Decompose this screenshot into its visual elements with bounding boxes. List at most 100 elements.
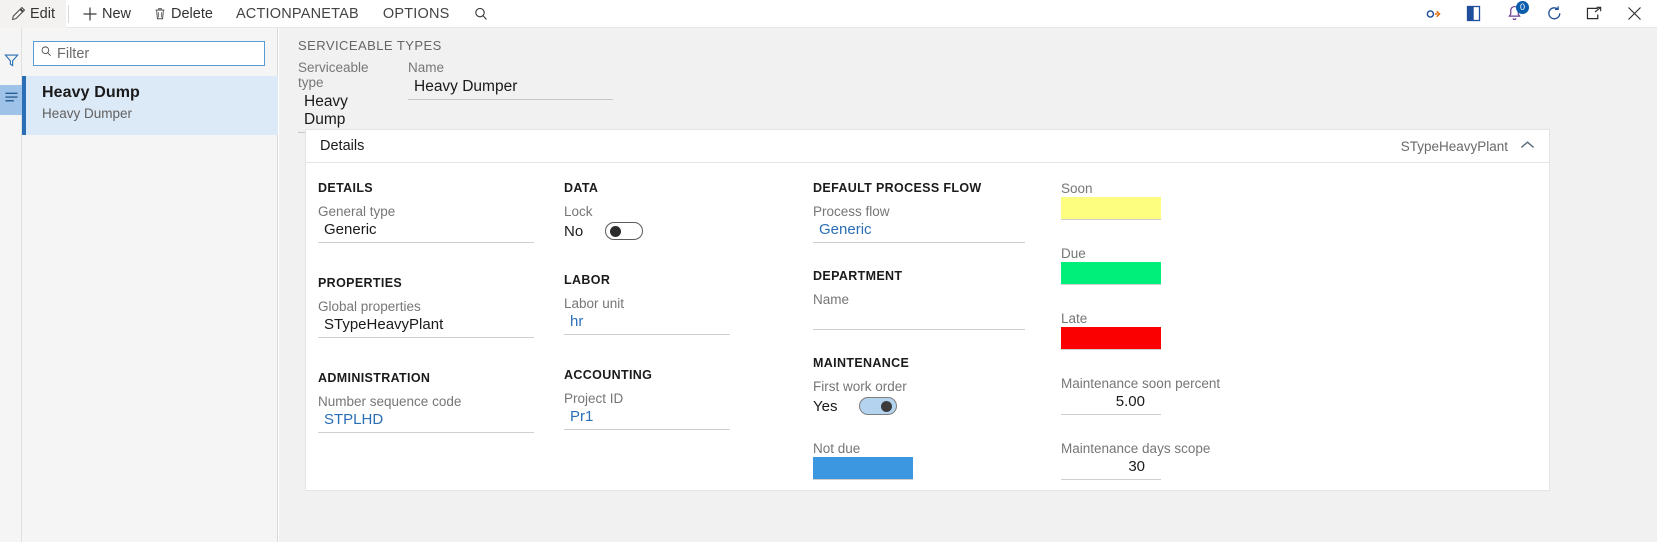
funnel-icon — [3, 53, 19, 73]
lock-toggle[interactable] — [605, 222, 644, 240]
tab-actionpanetab[interactable]: ACTIONPANETAB — [224, 0, 371, 28]
soon-field: Soon — [1061, 181, 1261, 220]
lock-value: No — [564, 222, 584, 240]
left-rail — [0, 28, 22, 542]
group-title-department: DEPARTMENT — [813, 269, 903, 283]
rail-list-button[interactable] — [0, 85, 22, 115]
refresh-icon[interactable] — [1543, 3, 1565, 25]
due-label: Due — [1061, 246, 1086, 261]
filter-input[interactable] — [57, 45, 258, 62]
labor-unit-field: Labor unit hr — [564, 296, 730, 335]
list-item-subtitle: Heavy Dumper — [42, 106, 133, 121]
edit-button-label: Edit — [30, 5, 55, 22]
filter-box[interactable] — [33, 41, 265, 66]
not-due-field: Not due — [813, 441, 1025, 480]
close-icon[interactable] — [1623, 3, 1645, 25]
delete-button[interactable]: Delete — [142, 0, 224, 28]
not-due-color-swatch[interactable] — [813, 457, 913, 480]
maintenance-days-scope-label: Maintenance days scope — [1061, 441, 1211, 456]
application-window: Edit New Delete ACTIONPANETAB OPTIONS 0 … — [0, 0, 1657, 542]
search-button[interactable] — [462, 0, 500, 28]
toggle-knob — [610, 226, 622, 237]
project-id-value[interactable]: Pr1 — [564, 407, 730, 430]
group-title-accounting: ACCOUNTING — [564, 368, 653, 382]
group-title-properties: PROPERTIES — [318, 276, 403, 290]
late-field: Late — [1061, 311, 1261, 350]
department-name-field: Name — [813, 292, 1025, 330]
main-content: SERVICEABLE TYPES Serviceable type Heavy… — [279, 28, 1657, 542]
link-icon[interactable] — [1423, 3, 1445, 25]
number-sequence-code-field: Number sequence code STPLHD — [318, 394, 534, 433]
column-details: DETAILS General type Generic PROPERTIES … — [318, 181, 534, 441]
name-field: Name Heavy Dumper — [408, 60, 613, 133]
group-title-details: DETAILS — [318, 181, 373, 195]
general-type-value[interactable]: Generic — [318, 220, 534, 243]
notifications-icon[interactable]: 0 — [1503, 0, 1529, 25]
process-flow-field: Process flow Generic — [813, 204, 1025, 243]
list-item-title: Heavy Dump — [42, 84, 140, 101]
first-work-order-toggle-row: Yes — [813, 395, 1025, 415]
trash-icon — [153, 6, 167, 21]
soon-color-swatch[interactable] — [1061, 197, 1161, 220]
department-name-label: Name — [813, 292, 850, 307]
labor-unit-value[interactable]: hr — [564, 312, 730, 335]
process-flow-value[interactable]: Generic — [813, 220, 1025, 243]
global-properties-label: Global properties — [318, 299, 421, 314]
group-title-default-process-flow: DEFAULT PROCESS FLOW — [813, 181, 982, 195]
global-properties-value[interactable]: STypeHeavyPlant — [318, 315, 534, 338]
edit-button[interactable]: Edit — [0, 0, 66, 28]
details-columns: DETAILS General type Generic PROPERTIES … — [306, 163, 1549, 491]
maintenance-soon-percent-field: Maintenance soon percent 5.00 — [1061, 376, 1261, 415]
process-flow-label: Process flow — [813, 204, 890, 219]
serviceable-type-value[interactable]: Heavy Dump — [298, 92, 394, 133]
lock-toggle-row: No — [564, 220, 730, 240]
project-id-field: Project ID Pr1 — [564, 391, 730, 430]
maintenance-days-scope-value[interactable]: 30 — [1061, 457, 1161, 480]
page-title: SERVICEABLE TYPES — [298, 38, 442, 53]
name-value[interactable]: Heavy Dumper — [408, 77, 613, 100]
pencil-icon — [11, 6, 26, 21]
details-card-header[interactable]: Details STypeHeavyPlant — [306, 130, 1549, 163]
due-color-swatch[interactable] — [1061, 262, 1161, 285]
not-due-label: Not due — [813, 441, 861, 456]
popout-icon[interactable] — [1583, 3, 1605, 25]
lock-label: Lock — [564, 204, 593, 219]
book-icon[interactable] — [1463, 3, 1485, 25]
project-id-label: Project ID — [564, 391, 624, 406]
toggle-knob — [881, 401, 893, 412]
plus-icon — [82, 6, 98, 22]
tab-options[interactable]: OPTIONS — [371, 0, 462, 28]
delete-button-label: Delete — [171, 5, 213, 22]
global-properties-field: Global properties STypeHeavyPlant — [318, 299, 534, 338]
first-work-order-field: First work order Yes — [813, 379, 1025, 415]
late-color-swatch[interactable] — [1061, 327, 1161, 350]
serviceable-type-label: Serviceable type — [298, 60, 369, 90]
due-field: Due — [1061, 246, 1261, 285]
first-work-order-toggle[interactable] — [859, 397, 898, 415]
list-item[interactable]: Heavy Dump Heavy Dumper — [22, 76, 278, 135]
general-type-label: General type — [318, 204, 396, 219]
first-work-order-label: First work order — [813, 379, 907, 394]
maintenance-soon-percent-label: Maintenance soon percent — [1061, 376, 1221, 391]
search-icon — [473, 6, 489, 22]
rail-filter-button[interactable] — [0, 50, 22, 76]
department-name-value[interactable] — [813, 308, 1025, 330]
new-button[interactable]: New — [71, 0, 142, 28]
number-sequence-code-label: Number sequence code — [318, 394, 462, 409]
action-pane-divider — [68, 4, 69, 23]
chevron-up-icon[interactable] — [1520, 137, 1535, 155]
details-card: Details STypeHeavyPlant DETAILS General … — [305, 129, 1550, 491]
list-pane: Heavy Dump Heavy Dumper — [22, 28, 278, 542]
maintenance-soon-percent-value[interactable]: 5.00 — [1061, 392, 1161, 415]
soon-label: Soon — [1061, 181, 1093, 196]
action-pane-left: Edit New Delete ACTIONPANETAB OPTIONS — [0, 0, 500, 28]
labor-unit-label: Labor unit — [564, 296, 625, 311]
number-sequence-code-value[interactable]: STPLHD — [318, 410, 534, 433]
details-card-title: Details — [320, 138, 365, 154]
